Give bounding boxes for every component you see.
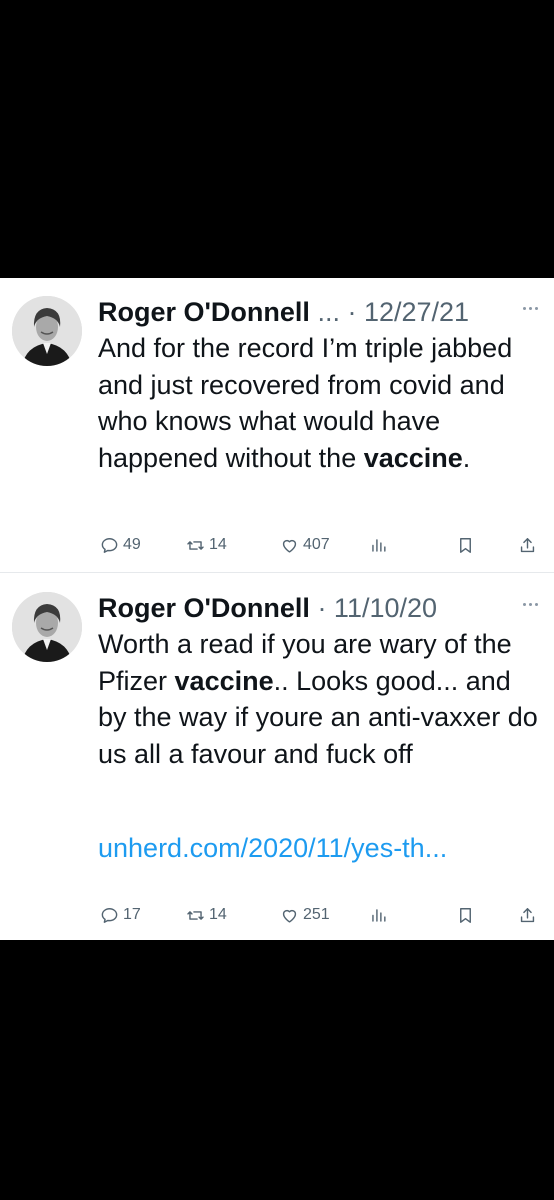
retweet-button[interactable]: 14 xyxy=(186,530,227,560)
share-button[interactable] xyxy=(518,900,537,930)
retweet-button[interactable]: 14 xyxy=(186,900,227,930)
tweet-text-highlight: vaccine xyxy=(363,442,463,473)
views-icon xyxy=(372,538,386,552)
tweet-actions: 49 14 407 xyxy=(0,530,554,560)
retweet-icon xyxy=(187,540,204,550)
author-name[interactable]: Roger O'Donnell xyxy=(98,593,310,623)
tweet-meta: ... · 12/27/21 xyxy=(309,297,470,327)
reply-count: 49 xyxy=(123,536,141,553)
share-icon xyxy=(520,537,535,552)
more-icon[interactable] xyxy=(523,594,538,614)
share-icon xyxy=(520,907,535,922)
heart-icon xyxy=(282,539,297,553)
bookmark-button[interactable] xyxy=(456,900,475,930)
author-name[interactable]: Roger O'Donnell xyxy=(98,297,310,327)
tweet-text: And for the record I’m triple jabbed and… xyxy=(98,330,544,476)
tweet-text-highlight: vaccine xyxy=(174,665,274,696)
tweet-actions: 17 14 251 xyxy=(0,900,554,930)
like-button[interactable]: 407 xyxy=(280,530,330,560)
screenshot: Roger O'Donnell ... · 12/27/21 And for t… xyxy=(0,0,554,1200)
tweet-header: Roger O'Donnell · 11/10/20 xyxy=(98,590,554,626)
avatar[interactable] xyxy=(12,296,82,366)
like-count: 407 xyxy=(303,536,330,553)
divider xyxy=(0,572,554,573)
heart-icon xyxy=(282,909,297,923)
bookmark-icon xyxy=(460,537,471,553)
views-button[interactable] xyxy=(369,900,388,930)
retweet-count: 14 xyxy=(209,536,227,553)
tweet-feed: Roger O'Donnell ... · 12/27/21 And for t… xyxy=(0,278,554,940)
views-button[interactable] xyxy=(369,530,388,560)
tweet[interactable]: Roger O'Donnell ... · 12/27/21 And for t… xyxy=(0,278,554,573)
tweet-meta: · 11/10/20 xyxy=(309,593,438,623)
tweet-text-part: . xyxy=(462,442,471,473)
reply-count: 17 xyxy=(123,906,141,923)
reply-button[interactable]: 49 xyxy=(100,530,141,560)
bookmark-button[interactable] xyxy=(456,530,475,560)
tweet-header: Roger O'Donnell ... · 12/27/21 xyxy=(98,294,554,330)
retweet-count: 14 xyxy=(209,906,227,923)
reply-icon xyxy=(101,907,118,923)
more-icon[interactable] xyxy=(523,298,538,318)
reply-button[interactable]: 17 xyxy=(100,900,141,930)
like-button[interactable]: 251 xyxy=(280,900,330,930)
share-button[interactable] xyxy=(518,530,537,560)
tweet-link[interactable]: unherd.com/2020/11/yes-th... xyxy=(98,830,447,866)
like-count: 251 xyxy=(303,906,330,923)
avatar[interactable] xyxy=(12,592,82,662)
bookmark-icon xyxy=(460,907,471,923)
tweet[interactable]: Roger O'Donnell · 11/10/20 Worth a read … xyxy=(0,574,554,940)
retweet-icon xyxy=(187,910,204,920)
views-icon xyxy=(372,908,386,922)
reply-icon xyxy=(101,537,118,553)
tweet-text: Worth a read if you are wary of the Pfiz… xyxy=(98,626,544,772)
